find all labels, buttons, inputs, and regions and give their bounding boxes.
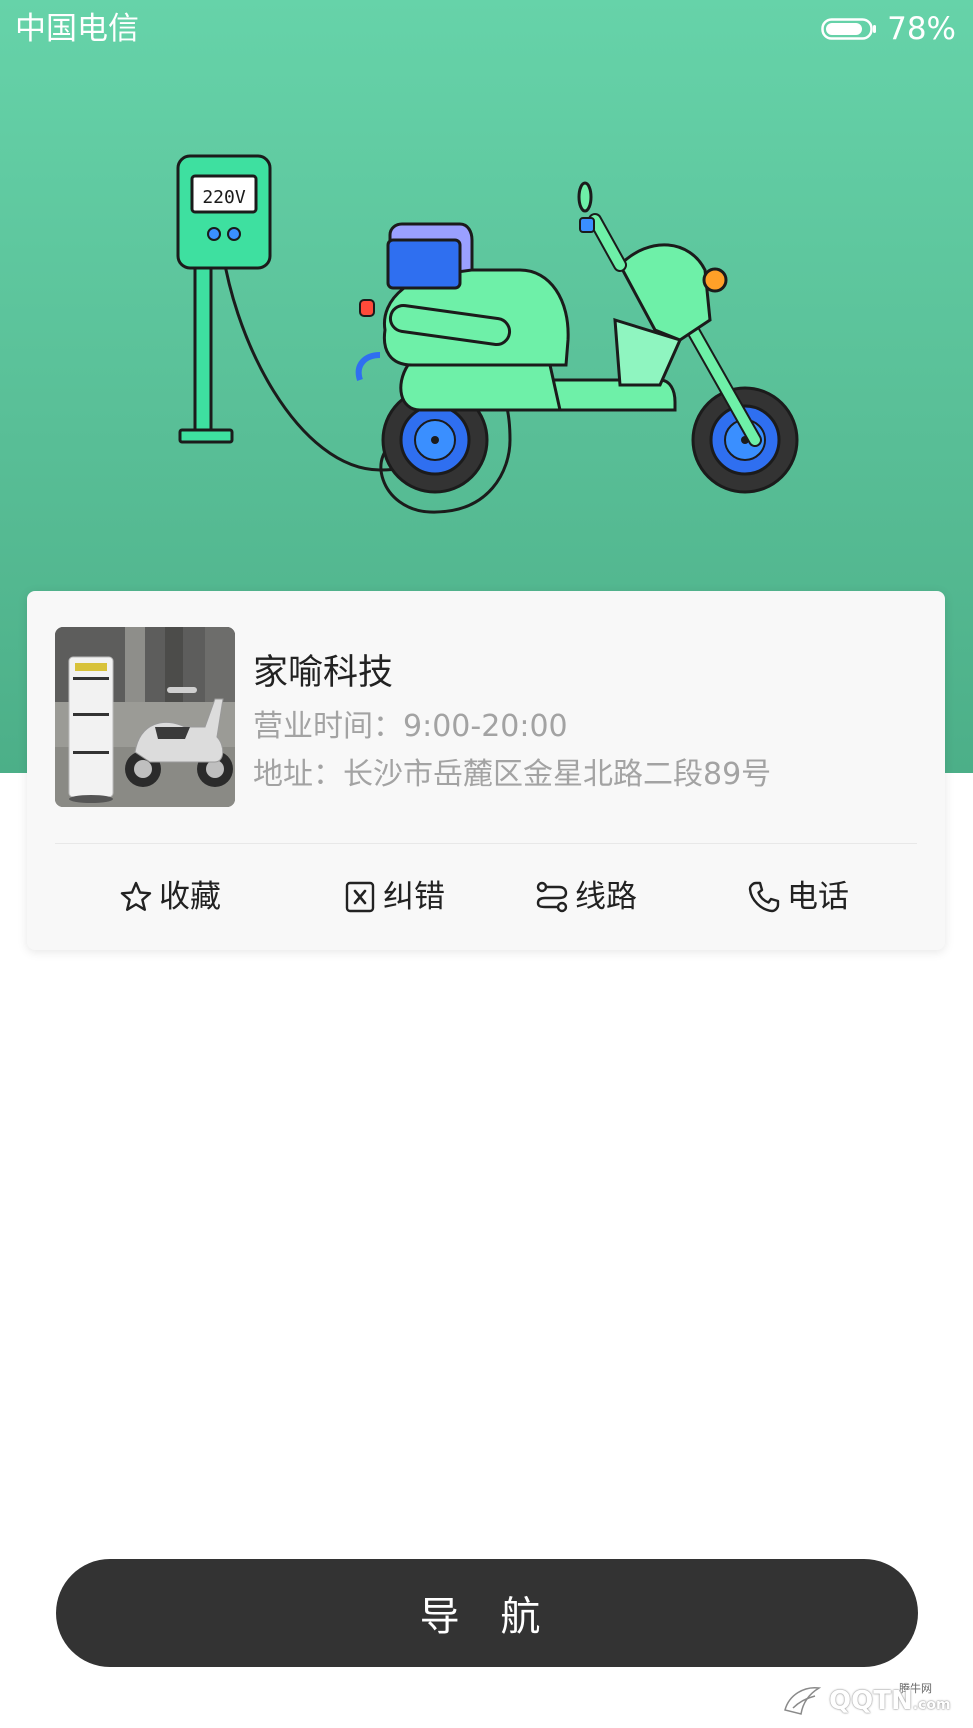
route-icon [536, 881, 568, 913]
report-error-button[interactable]: 纠错 [343, 844, 445, 950]
route-button[interactable]: 线路 [535, 844, 637, 950]
address-label: 地址： [253, 757, 343, 792]
star-icon [120, 881, 152, 911]
route-label: 线路 [575, 879, 637, 915]
business-hours-label: 营业时间： [253, 709, 403, 744]
watermark-domain: .com [912, 1697, 951, 1713]
status-bar: 中国电信 78% [0, 0, 973, 58]
watermark-brand: QQTN [829, 1686, 913, 1716]
battery-icon [821, 18, 877, 40]
action-bar: 收藏 纠错 线路 电话 [27, 844, 945, 950]
business-hours-value: 9:00-20:00 [403, 709, 568, 744]
battery-percent: 78% [887, 11, 956, 47]
shop-photo[interactable] [55, 627, 235, 807]
phone-button[interactable]: 电话 [747, 844, 849, 950]
favorite-label: 收藏 [159, 879, 221, 915]
address-value: 长沙市岳麓区金星北路二段89号 [343, 757, 772, 792]
navigate-button[interactable]: 导 航 [56, 1559, 918, 1667]
business-hours: 营业时间：9:00-20:00 [253, 707, 568, 747]
watermark: 腾牛网 QQTN.com [779, 1680, 959, 1720]
phone-icon [748, 881, 780, 913]
shop-name: 家喻科技 [253, 653, 394, 693]
shop-info-card: 家喻科技 营业时间：9:00-20:00 地址：长沙市岳麓区金星北路二段89号 … [27, 591, 945, 950]
favorite-button[interactable]: 收藏 [119, 844, 221, 950]
error-report-icon [345, 881, 375, 913]
report-error-label: 纠错 [383, 879, 445, 915]
watermark-text: QQTN.com [829, 1686, 951, 1716]
address: 地址：长沙市岳麓区金星北路二段89号 [253, 755, 771, 795]
battery-indicator: 78% [821, 10, 956, 48]
carrier-name: 中国电信 [15, 11, 139, 47]
charger-display-text: 220V [202, 187, 246, 208]
watermark-logo-icon [784, 1687, 822, 1715]
scooter-charging-illustration: 220V [176, 154, 799, 514]
phone-label: 电话 [787, 879, 849, 915]
